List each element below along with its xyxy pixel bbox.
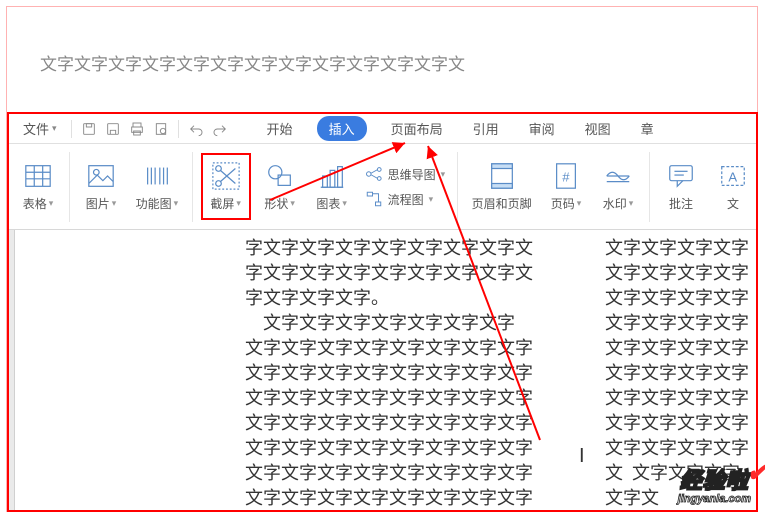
save-icon[interactable]	[78, 118, 100, 140]
redo-icon[interactable]	[209, 118, 231, 140]
mindmap-button[interactable]: 思维导图▾	[361, 163, 450, 185]
comment-icon	[666, 161, 696, 191]
table-icon	[23, 161, 53, 191]
tab-start[interactable]: 开始	[261, 115, 299, 142]
page[interactable]: 字文字文字文字文字文字文字文字文字文字文字文字文字文字文字文字文字文字文字文字。…	[15, 230, 756, 510]
shapes-button[interactable]: 形状▾	[257, 157, 303, 216]
annotation-button[interactable]: 批注	[658, 157, 704, 216]
separator	[71, 120, 72, 138]
svg-text:#: #	[562, 170, 570, 185]
file-menu[interactable]: 文件▾	[15, 116, 65, 141]
chart-button[interactable]: 图表▾	[309, 157, 355, 216]
site-watermark: 经验啦 ✔ jingyanla.com	[678, 463, 751, 505]
watermark-icon	[603, 161, 633, 191]
bg-line: 文字文字文字文字文字文字文字文字文字文字文字文字文	[40, 52, 760, 78]
flowchart-button[interactable]: 流程图▾	[361, 188, 450, 210]
diagram-group: 思维导图▾ 流程图▾	[361, 163, 450, 210]
shapes-icon	[265, 161, 295, 191]
scissors-icon	[211, 161, 241, 191]
header-footer-icon	[487, 161, 517, 191]
picture-icon	[86, 161, 116, 191]
watermark-button[interactable]: 水印▾	[595, 157, 641, 216]
ribbon: 表格▾ 图片▾ 功能图▾ 截屏▾ 形状▾ 图表▾ 思维导图▾	[9, 144, 756, 230]
undo-icon[interactable]	[185, 118, 207, 140]
document-area[interactable]: 字文字文字文字文字文字文字文字文字文字文字文字文字文字文字文字文字文字文字文字。…	[9, 230, 756, 510]
tab-references[interactable]: 引用	[467, 115, 505, 142]
check-icon: ✔	[746, 457, 765, 488]
print-icon[interactable]	[126, 118, 148, 140]
print-preview-icon[interactable]	[150, 118, 172, 140]
header-footer-button[interactable]: 页眉和页脚	[466, 157, 537, 216]
save-as-icon[interactable]	[102, 118, 124, 140]
textbox-icon: A	[718, 161, 748, 191]
tab-section[interactable]: 章	[635, 115, 660, 142]
screenshot-button[interactable]: 截屏▾	[201, 153, 251, 220]
text-column-1: 字文字文字文字文字文字文字文字文字文字文字文字文字文字文字文字文字文字文字文字。…	[245, 236, 585, 510]
flowchart-icon	[365, 190, 383, 208]
textbox-button[interactable]: A 文	[710, 157, 756, 216]
tab-review[interactable]: 审阅	[523, 115, 561, 142]
separator	[649, 152, 650, 222]
page-number-button[interactable]: # 页码▾	[543, 157, 589, 216]
chart-icon	[317, 161, 347, 191]
tab-page-layout[interactable]: 页面布局	[385, 115, 449, 142]
smartart-button[interactable]: 功能图▾	[130, 157, 184, 216]
page-number-icon: #	[551, 161, 581, 191]
svg-text:A: A	[728, 170, 737, 185]
mindmap-icon	[365, 165, 383, 183]
tab-insert[interactable]: 插入	[317, 116, 367, 141]
app-window: 文件▾ 开始 插入 页面布局 引用 审阅 视图 章	[7, 112, 758, 512]
separator	[192, 152, 193, 222]
separator	[69, 152, 70, 222]
separator	[178, 120, 179, 138]
picture-button[interactable]: 图片▾	[78, 157, 124, 216]
barcode-icon	[142, 161, 172, 191]
text-cursor-icon: I	[579, 445, 585, 468]
table-button[interactable]: 表格▾	[15, 157, 61, 216]
menu-bar: 文件▾ 开始 插入 页面布局 引用 审阅 视图 章	[9, 114, 756, 144]
ribbon-tabs: 开始 插入 页面布局 引用 审阅 视图 章	[261, 115, 660, 142]
tab-view[interactable]: 视图	[579, 115, 617, 142]
separator	[457, 152, 458, 222]
